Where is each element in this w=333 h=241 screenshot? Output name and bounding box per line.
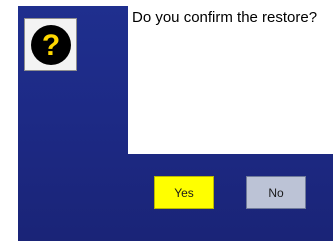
question-icon: ?: [30, 24, 71, 65]
question-icon-frame: ?: [24, 18, 77, 71]
yes-button[interactable]: Yes: [154, 176, 214, 209]
svg-text:?: ?: [41, 29, 59, 62]
no-button[interactable]: No: [246, 176, 306, 209]
message-text: Do you confirm the restore?: [128, 6, 333, 154]
confirm-dialog: ? Do you confirm the restore? Yes No: [18, 6, 333, 241]
